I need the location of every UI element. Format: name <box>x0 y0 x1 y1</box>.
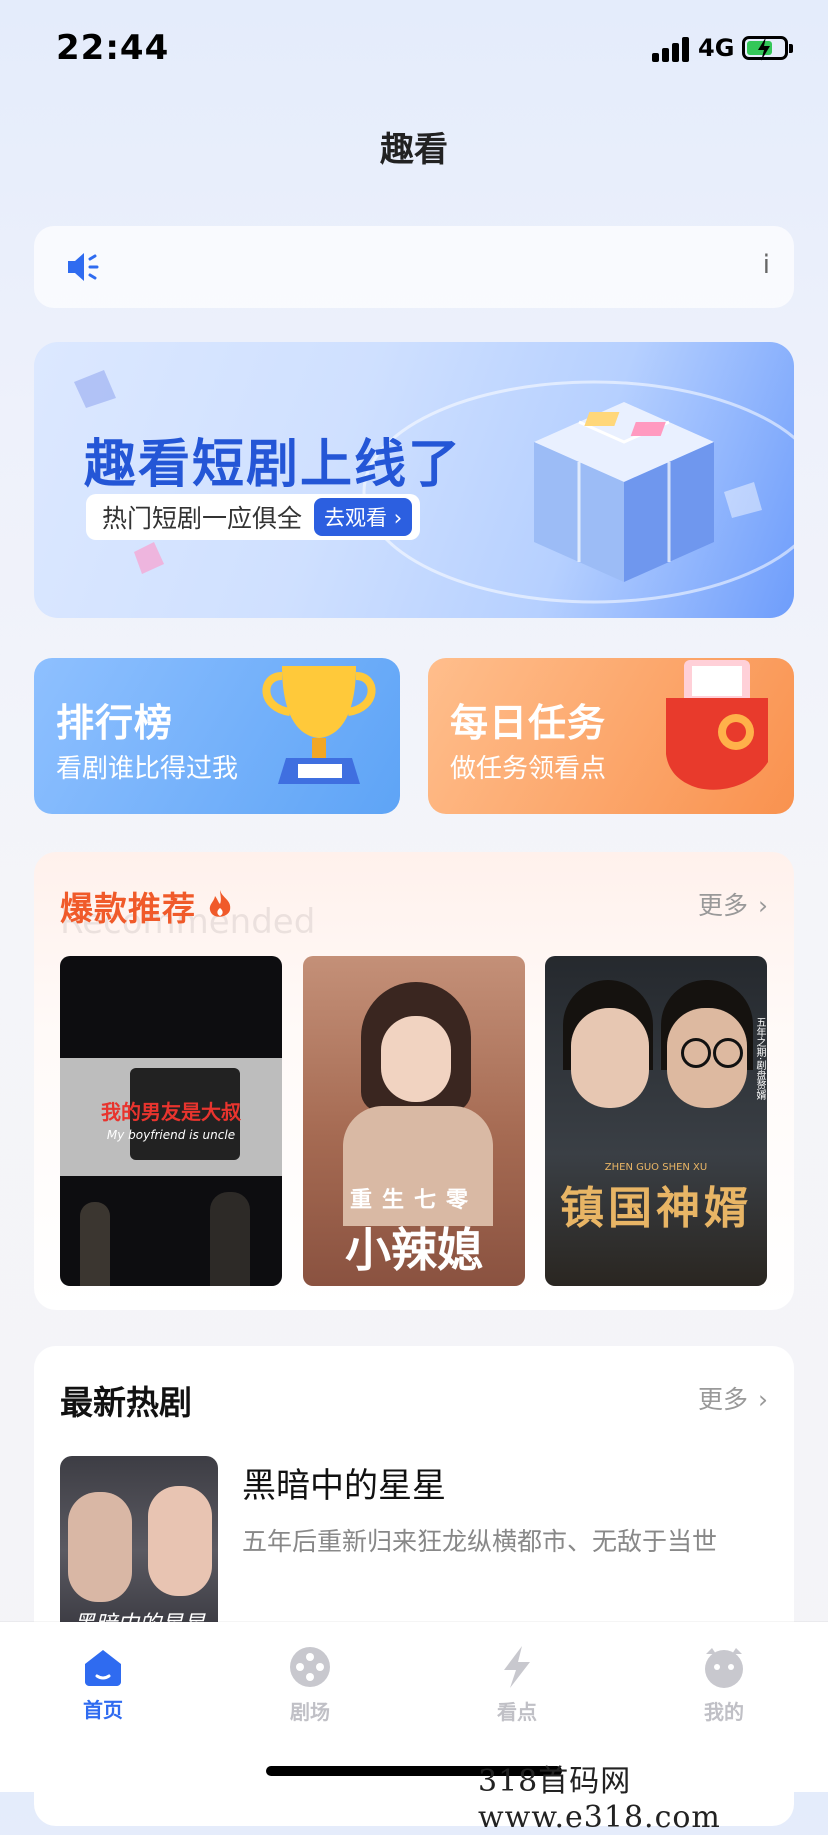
poster-title: 小辣媳 <box>345 1223 483 1277</box>
poster-title: 镇国神婿 <box>560 1183 752 1234</box>
banner-title: 趣看短剧上线了 <box>84 435 463 495</box>
watermark: 318首码网 www.e318.com <box>478 1764 721 1835</box>
battery-icon <box>742 36 793 61</box>
cube-illustration <box>534 402 714 582</box>
poster-tagline: 五年之期·剧盘赘婿 <box>754 1017 765 1101</box>
banner-cta-button[interactable]: 去观看 › <box>314 498 413 536</box>
chevron-right-icon: › <box>758 1385 768 1414</box>
home-icon <box>85 1650 121 1686</box>
chevron-right-icon: › <box>758 891 768 920</box>
newest-more-label: 更多 <box>697 1385 748 1414</box>
tab-theater[interactable]: 剧场 <box>250 1646 370 1725</box>
network-type: 4G <box>698 34 735 62</box>
page-title: 趣看 <box>380 130 448 170</box>
newest-more-link[interactable]: 更多 › <box>698 1380 768 1416</box>
recommend-title: 爆款推荐 <box>60 889 196 928</box>
tab-points-label: 看点 <box>497 1700 537 1724</box>
poster-top-text: 重生七零 <box>349 1188 478 1213</box>
profile-face-icon <box>705 1648 743 1688</box>
banner-subtitle-pill: 热门短剧一应俱全 去观看 › <box>86 494 421 540</box>
recommend-more-label: 更多 <box>697 891 748 920</box>
recommend-more-link[interactable]: 更多 › <box>698 886 768 922</box>
poster-title: 我的男友是大叔 <box>101 1100 241 1124</box>
drama-description: 五年后重新归来狂龙纵横都市、无敌于当世 <box>242 1527 718 1556</box>
ranking-subtitle: 看剧谁比得过我 <box>56 754 239 784</box>
status-time: 22:44 <box>56 28 170 68</box>
daily-task-subtitle: 做任务领看点 <box>450 754 607 784</box>
notice-bar[interactable]: i <box>34 226 794 308</box>
red-envelope-icon <box>666 660 768 790</box>
speaker-icon <box>64 248 102 290</box>
tab-profile-label: 我的 <box>704 1700 744 1724</box>
promo-banner[interactable]: 趣看短剧上线了 热门短剧一应俱全 去观看 › <box>34 342 794 618</box>
daily-task-title: 每日任务 <box>450 701 607 745</box>
poster-card[interactable]: 五年之期·剧盘赘婿 镇国神婿 ZHEN GUO SHEN XU <box>545 956 767 1286</box>
recommend-section: Recommended 爆款推荐 更多 › 我的男友是大叔 My boyfrien… <box>34 852 794 1310</box>
ranking-title: 排行榜 <box>56 701 174 745</box>
tab-home[interactable]: 首页 <box>43 1646 163 1723</box>
poster-subtitle: My boyfriend is uncle <box>106 1128 236 1142</box>
newest-title: 最新热剧 <box>60 1383 192 1422</box>
poster-card[interactable]: 重生七零 小辣媳 <box>303 956 525 1286</box>
tab-points[interactable]: 看点 <box>457 1646 577 1725</box>
notice-text: i <box>762 250 770 280</box>
signal-icon <box>652 36 692 62</box>
daily-task-card[interactable]: 每日任务 做任务领看点 <box>428 658 794 814</box>
lightning-icon <box>504 1646 530 1688</box>
film-reel-icon <box>290 1647 330 1687</box>
poster-pinyin: ZHEN GUO SHEN XU <box>604 1162 708 1173</box>
ranking-card[interactable]: 排行榜 看剧谁比得过我 <box>34 658 400 814</box>
tab-theater-label: 剧场 <box>290 1700 330 1724</box>
tab-home-label: 首页 <box>83 1698 123 1722</box>
tab-profile[interactable]: 我的 <box>664 1646 784 1725</box>
poster-card[interactable]: 我的男友是大叔 My boyfriend is uncle <box>60 956 282 1286</box>
fire-icon <box>209 890 231 917</box>
drama-title[interactable]: 黑暗中的星星 <box>242 1458 446 1507</box>
trophy-icon <box>262 666 376 784</box>
banner-subtitle: 热门短剧一应俱全 <box>102 504 303 533</box>
